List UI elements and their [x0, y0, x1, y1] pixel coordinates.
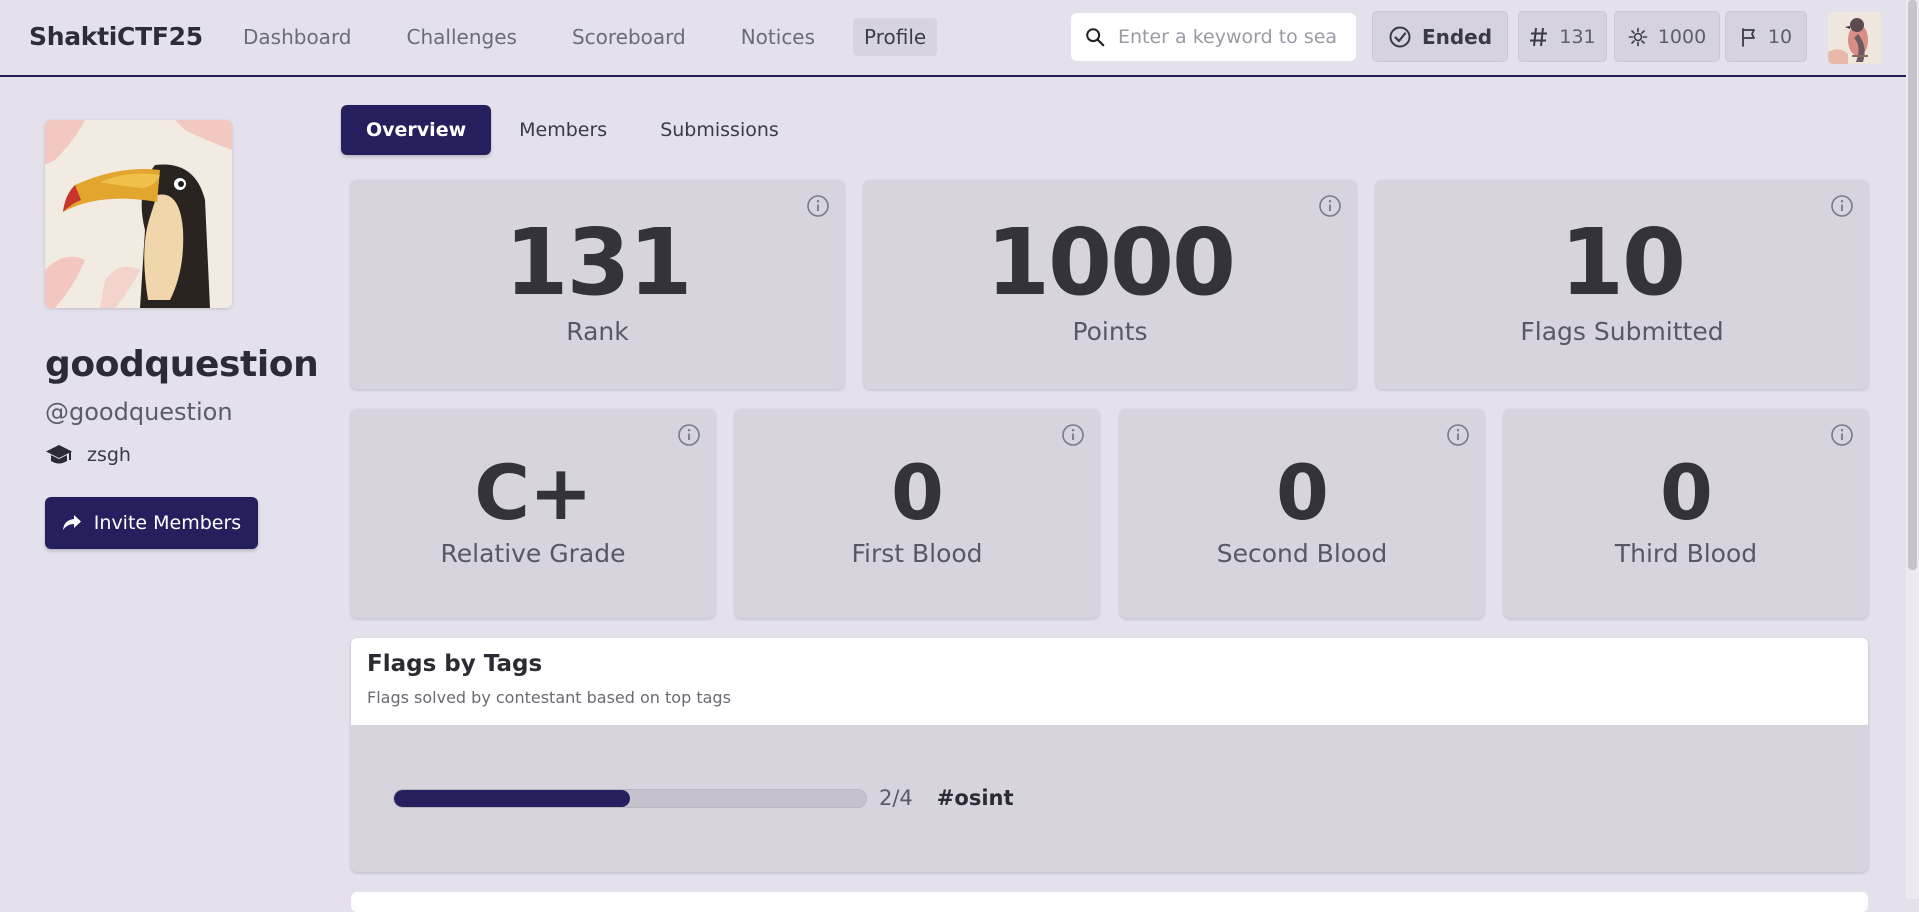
search-box[interactable] [1071, 13, 1356, 61]
hash-icon [1530, 27, 1548, 46]
rank-badge[interactable]: 131 [1518, 11, 1607, 62]
points-badge-value: 1000 [1657, 25, 1707, 48]
info-icon[interactable] [1318, 194, 1342, 218]
tab-overview[interactable]: Overview [341, 105, 492, 155]
profile-tabs: Overview Members Submissions [341, 105, 807, 155]
rank-badge-value: 131 [1559, 25, 1596, 48]
tag-progress-count: 2/4 [879, 786, 913, 810]
tag-progress-row: 2/4 #osint [393, 786, 1014, 810]
info-icon[interactable] [677, 423, 701, 447]
team-organization: zsgh [45, 443, 131, 467]
toucan-avatar-icon [45, 120, 232, 308]
team-avatar [45, 120, 232, 308]
first-blood-label: First Blood [851, 539, 983, 568]
points-value: 1000 [985, 209, 1236, 316]
flags-badge-value: 10 [1767, 25, 1793, 48]
info-icon[interactable] [806, 194, 830, 218]
points-label: Points [1072, 317, 1148, 346]
info-icon[interactable] [1446, 423, 1470, 447]
next-panel-edge [351, 892, 1868, 912]
nav-profile[interactable]: Profile [853, 18, 938, 56]
flags-by-tags-header: Flags by Tags Flags solved by contestant… [351, 638, 1868, 725]
third-blood-value: 0 [1660, 448, 1713, 537]
rank-card: 131 Rank [351, 180, 844, 389]
rank-label: Rank [566, 317, 629, 346]
flags-submitted-card: 10 Flags Submitted [1376, 180, 1868, 389]
search-icon [1086, 28, 1105, 47]
check-circle-icon [1389, 26, 1411, 47]
main-nav: Dashboard Challenges Scoreboard Notices … [226, 18, 958, 56]
nav-challenges[interactable]: Challenges [390, 18, 534, 56]
tag-progress-track [393, 788, 867, 808]
nav-scoreboard[interactable]: Scoreboard [555, 18, 703, 56]
status-ended-label: Ended [1421, 24, 1493, 49]
second-blood-card: 0 Second Blood [1120, 409, 1484, 618]
scrollbar-thumb[interactable] [1908, 0, 1917, 570]
search-input[interactable] [1118, 26, 1338, 48]
flags-by-tags-subtitle: Flags solved by contestant based on top … [367, 688, 731, 707]
info-icon[interactable] [1061, 423, 1085, 447]
rank-value: 131 [504, 209, 692, 316]
graduation-cap-icon [46, 445, 72, 464]
user-avatar[interactable] [1828, 12, 1882, 64]
info-icon[interactable] [1830, 194, 1854, 218]
first-blood-value: 0 [891, 448, 944, 537]
tag-progress-fill [394, 789, 630, 807]
top-navbar: ShaktiCTF25 Dashboard Challenges Scorebo… [0, 0, 1906, 77]
brand-logo[interactable]: ShaktiCTF25 [29, 22, 203, 51]
invite-members-label: Invite Members [93, 512, 242, 534]
points-badge[interactable]: 1000 [1614, 11, 1720, 62]
flags-by-tags-panel: Flags by Tags Flags solved by contestant… [351, 638, 1868, 872]
relative-grade-value: C+ [474, 448, 592, 537]
tab-members[interactable]: Members [494, 105, 632, 155]
invite-members-button[interactable]: Invite Members [45, 497, 258, 549]
second-blood-value: 0 [1276, 448, 1329, 537]
relative-grade-card: C+ Relative Grade [351, 409, 715, 618]
contest-status-badge[interactable]: Ended [1372, 11, 1508, 62]
third-blood-label: Third Blood [1614, 539, 1758, 568]
info-icon[interactable] [1830, 423, 1854, 447]
nav-dashboard[interactable]: Dashboard [226, 18, 369, 56]
bird-avatar-icon [1828, 12, 1882, 64]
team-organization-label: zsgh [87, 444, 131, 466]
second-blood-label: Second Blood [1216, 539, 1388, 568]
relative-grade-label: Relative Grade [440, 539, 626, 568]
flags-badge[interactable]: 10 [1725, 11, 1807, 62]
flag-icon [1742, 27, 1755, 47]
flags-submitted-label: Flags Submitted [1520, 317, 1724, 346]
tag-name[interactable]: #osint [937, 786, 1014, 810]
flags-by-tags-title: Flags by Tags [367, 651, 543, 677]
flags-submitted-value: 10 [1559, 209, 1686, 316]
team-handle: @goodquestion [45, 398, 233, 426]
third-blood-card: 0 Third Blood [1504, 409, 1868, 618]
points-card: 1000 Points [864, 180, 1356, 389]
first-blood-card: 0 First Blood [735, 409, 1099, 618]
sparkle-icon [1628, 27, 1648, 46]
tab-submissions[interactable]: Submissions [635, 105, 804, 155]
team-name: goodquestion [45, 344, 319, 385]
share-arrow-icon [62, 515, 81, 530]
nav-notices[interactable]: Notices [724, 18, 832, 56]
